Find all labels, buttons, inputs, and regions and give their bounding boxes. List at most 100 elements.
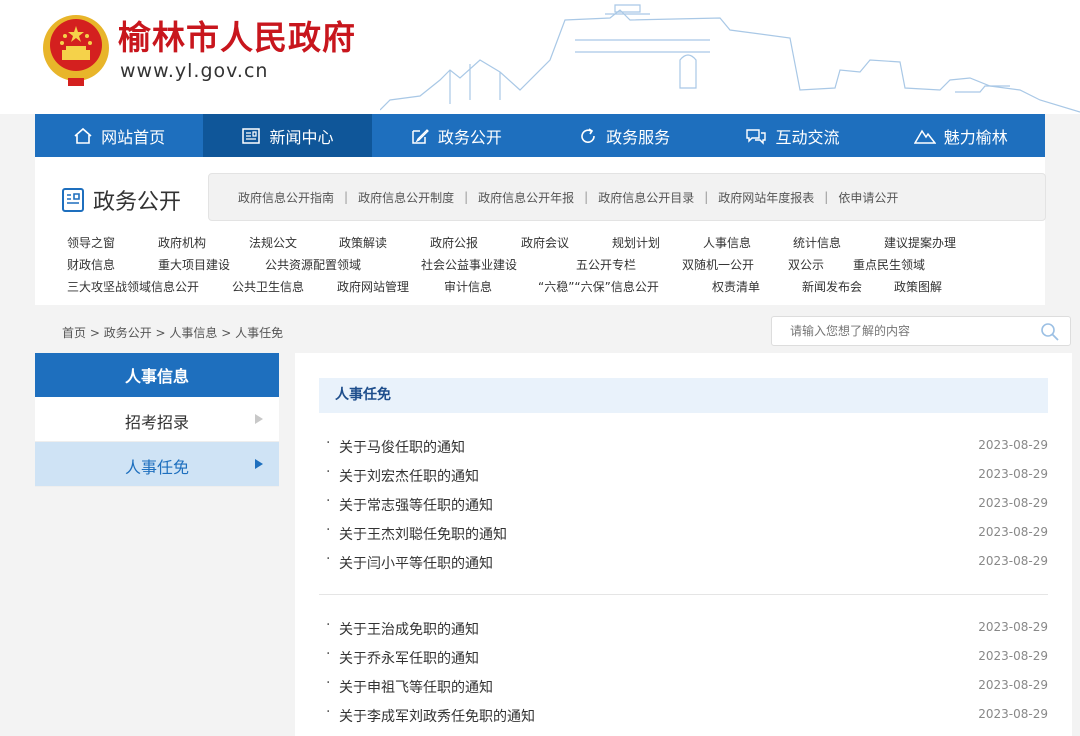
list-item-title[interactable]: 关于刘宏杰任职的通知 — [339, 466, 479, 486]
list-item-date: 2023-08-29 — [978, 649, 1048, 663]
category-link[interactable]: 统计信息 — [793, 234, 841, 251]
separator: | — [824, 190, 829, 204]
edit-icon — [412, 128, 429, 144]
list-item-title[interactable]: 关于乔永军任职的通知 — [339, 648, 479, 668]
breadcrumb-current[interactable]: 人事任免 — [235, 326, 283, 340]
nav-services[interactable]: 政务服务 — [540, 114, 708, 157]
list-item-date: 2023-08-29 — [978, 554, 1048, 568]
bullet-icon: · — [326, 704, 331, 720]
nav-charm-yulin[interactable]: 魅力榆林 — [877, 114, 1045, 157]
category-link[interactable]: 法规公文 — [249, 234, 297, 251]
list-item-title[interactable]: 关于马俊任职的通知 — [339, 437, 465, 457]
bullet-icon: · — [326, 551, 331, 567]
bullet-icon: · — [326, 617, 331, 633]
content-title: 人事任免 — [319, 378, 1048, 413]
category-link[interactable]: 双公示 — [788, 256, 824, 273]
search-box — [771, 316, 1071, 346]
link-apply-disclosure[interactable]: 依申请公开 — [838, 189, 898, 206]
section-panel: 政务公开 政府信息公开指南 | 政府信息公开制度 | 政府信息公开年报 | 政府信息公… — [35, 157, 1046, 305]
link-disclosure-system[interactable]: 政府信息公开制度 — [358, 189, 454, 206]
category-link[interactable]: 公共资源配置领域 — [265, 256, 361, 273]
list-item-title[interactable]: 关于王杰刘聪任免职的通知 — [339, 524, 507, 544]
search-icon[interactable] — [1040, 322, 1060, 342]
link-disclosure-annual-report[interactable]: 政府信息公开年报 — [478, 189, 574, 206]
list-item-title[interactable]: 关于王治成免职的通知 — [339, 619, 479, 639]
category-link[interactable]: 公共卫生信息 — [232, 278, 304, 295]
list-item-title[interactable]: 关于申祖飞等任职的通知 — [339, 677, 493, 697]
list-item[interactable]: · 关于王杰刘聪任免职的通知 2023-08-29 — [319, 522, 1048, 546]
list-item-title[interactable]: 关于李成军刘政秀任免职的通知 — [339, 706, 535, 726]
separator: | — [464, 190, 469, 204]
sidebar-item-appointments[interactable]: 人事任免 — [35, 442, 279, 487]
link-disclosure-catalog[interactable]: 政府信息公开目录 — [598, 189, 694, 206]
list-item-date: 2023-08-29 — [978, 678, 1048, 692]
newspaper-icon — [242, 127, 261, 144]
link-website-annual-report[interactable]: 政府网站年度报表 — [718, 189, 814, 206]
breadcrumb: 首页 > 政务公开 > 人事信息 > 人事任免 — [62, 326, 284, 340]
category-link[interactable]: 政策图解 — [894, 278, 942, 295]
category-link[interactable]: 权责清单 — [712, 278, 760, 295]
link-disclosure-guide[interactable]: 政府信息公开指南 — [238, 189, 334, 206]
list-item[interactable]: · 关于乔永军任职的通知 2023-08-29 — [319, 646, 1048, 670]
list-item[interactable]: · 关于李成军刘政秀任免职的通知 2023-08-29 — [319, 704, 1048, 728]
sidebar: 人事信息 招考招录 人事任免 — [35, 353, 279, 487]
chevron-right-icon — [255, 459, 263, 469]
nav-news[interactable]: 新闻中心 — [203, 114, 372, 157]
list-item-title[interactable]: 关于常志强等任职的通知 — [339, 495, 493, 515]
document-list-icon — [62, 188, 84, 212]
list-item-title[interactable]: 关于闫小平等任职的通知 — [339, 553, 493, 573]
category-link[interactable]: “六稳”“六保”信息公开 — [538, 278, 659, 295]
site-header: 榆林市人民政府 www.yl.gov.cn — [0, 0, 1080, 114]
list-item[interactable]: · 关于闫小平等任职的通知 2023-08-29 — [319, 551, 1048, 575]
category-link[interactable]: 政府会议 — [521, 234, 569, 251]
category-link[interactable]: 领导之窗 — [67, 234, 115, 251]
category-link[interactable]: 政府公报 — [430, 234, 478, 251]
separator: | — [584, 190, 589, 204]
nav-label: 新闻中心 — [269, 127, 334, 147]
category-link[interactable]: 政府机构 — [158, 234, 206, 251]
content-panel: 人事任免 · 关于马俊任职的通知 2023-08-29 · 关于刘宏杰任职的通知… — [295, 353, 1072, 736]
list-item-date: 2023-08-29 — [978, 620, 1048, 634]
list-item-date: 2023-08-29 — [978, 525, 1048, 539]
list-item[interactable]: · 关于申祖飞等任职的通知 2023-08-29 — [319, 675, 1048, 699]
site-title[interactable]: 榆林市人民政府 — [118, 18, 356, 58]
nav-label: 互动交流 — [775, 127, 840, 147]
breadcrumb-government-affairs[interactable]: 政务公开 — [104, 326, 152, 340]
breadcrumb-home[interactable]: 首页 — [62, 326, 86, 340]
sidebar-item-label: 人事任免 — [125, 458, 190, 477]
category-link[interactable]: 三大攻坚战领域信息公开 — [67, 278, 199, 295]
section-links-bar: 政府信息公开指南 | 政府信息公开制度 | 政府信息公开年报 | 政府信息公开目录 | … — [208, 173, 1046, 221]
chevron-right-icon — [255, 414, 263, 424]
site-url: www.yl.gov.cn — [120, 60, 269, 82]
bullet-icon: · — [326, 675, 331, 691]
category-link[interactable]: 规划计划 — [612, 234, 660, 251]
list-item[interactable]: · 关于马俊任职的通知 2023-08-29 — [319, 435, 1048, 459]
list-item[interactable]: · 关于刘宏杰任职的通知 2023-08-29 — [319, 464, 1048, 488]
city-skyline-icon — [380, 4, 1080, 113]
search-input[interactable] — [788, 323, 1032, 339]
nav-label: 网站首页 — [101, 127, 166, 147]
category-link[interactable]: 审计信息 — [444, 278, 492, 295]
category-link[interactable]: 重点民生领域 — [853, 256, 925, 273]
category-link[interactable]: 建议提案办理 — [884, 234, 956, 251]
category-link[interactable]: 双随机一公开 — [682, 256, 754, 273]
category-link[interactable]: 五公开专栏 — [576, 256, 636, 273]
list-divider — [319, 594, 1048, 595]
list-item[interactable]: · 关于常志强等任职的通知 2023-08-29 — [319, 493, 1048, 517]
national-emblem-icon[interactable] — [38, 12, 114, 88]
list-item[interactable]: · 关于王治成免职的通知 2023-08-29 — [319, 617, 1048, 641]
nav-government-affairs[interactable]: 政务公开 — [372, 114, 540, 157]
category-link[interactable]: 社会公益事业建设 — [421, 256, 517, 273]
list-item-date: 2023-08-29 — [978, 438, 1048, 452]
category-link[interactable]: 政策解读 — [339, 234, 387, 251]
category-link[interactable]: 重大项目建设 — [158, 256, 230, 273]
breadcrumb-personnel-info[interactable]: 人事信息 — [169, 326, 217, 340]
category-link[interactable]: 人事信息 — [703, 234, 751, 251]
nav-home[interactable]: 网站首页 — [35, 114, 203, 157]
category-link[interactable]: 财政信息 — [67, 256, 115, 273]
bullet-icon: · — [326, 464, 331, 480]
sidebar-item-recruitment[interactable]: 招考招录 — [35, 397, 279, 442]
nav-interaction[interactable]: 互动交流 — [708, 114, 876, 157]
category-link[interactable]: 新闻发布会 — [802, 278, 862, 295]
category-link[interactable]: 政府网站管理 — [337, 278, 409, 295]
